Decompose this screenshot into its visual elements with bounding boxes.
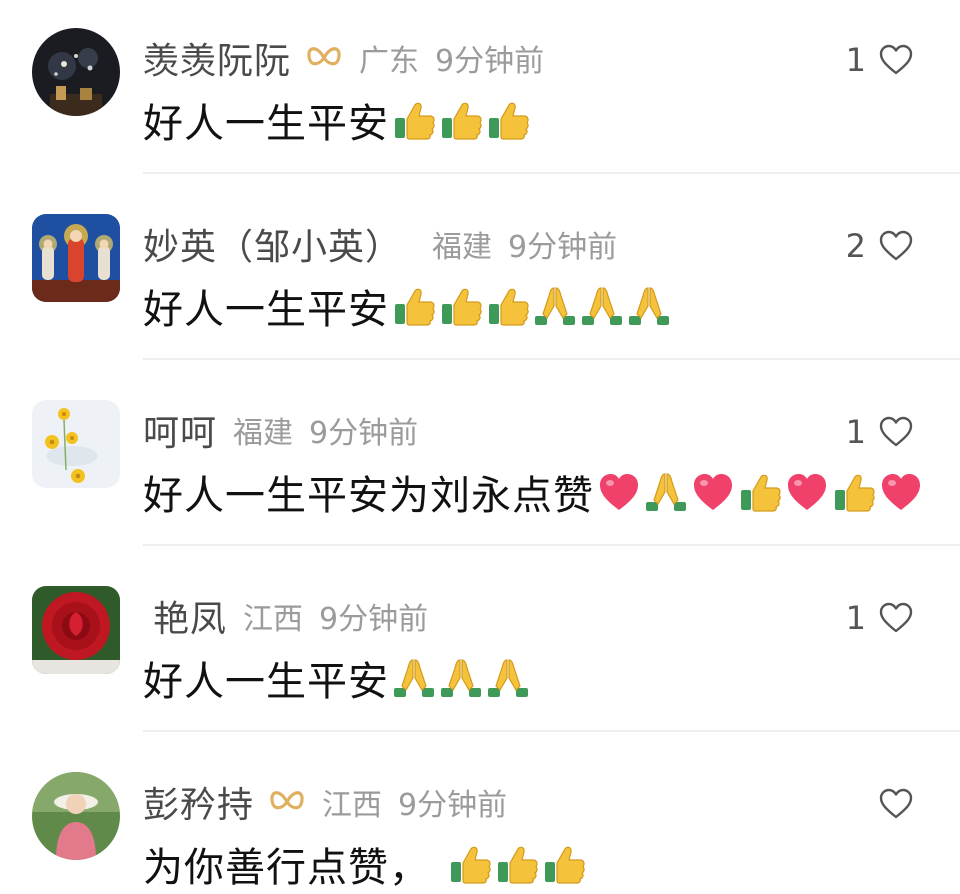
comment-body: 好人一生平安 [143, 90, 530, 150]
folded-hands-icon [392, 656, 436, 700]
red-rose-avatar[interactable] [32, 586, 120, 674]
heart-outline-icon [879, 44, 913, 75]
like-button[interactable]: 1 [846, 596, 914, 640]
like-count: 2 [845, 227, 866, 265]
red-heart-icon [785, 470, 829, 514]
red-heart-icon [597, 470, 641, 514]
thumbs-up-icon [486, 98, 530, 142]
thumbs-up-icon [486, 284, 530, 328]
location-label: 江西 [322, 788, 383, 823]
woman-in-hat-avatar[interactable] [32, 772, 120, 860]
location-label: 广东 [359, 44, 420, 79]
timestamp: 9分钟前 [508, 230, 618, 265]
like-button[interactable]: 1 [846, 410, 914, 454]
heart-outline-icon [879, 788, 913, 819]
timestamp: 9分钟前 [398, 788, 508, 823]
username[interactable]: 彭矜持 [143, 776, 254, 828]
divider [143, 730, 960, 732]
folded-hands-icon [439, 656, 483, 700]
heart-outline-icon [879, 230, 913, 261]
like-button[interactable]: 1 [846, 38, 914, 82]
thumbs-up-icon [542, 842, 586, 886]
like-count: 1 [845, 41, 866, 79]
comment-body: 好人一生平安为刘永点赞 [143, 462, 923, 522]
red-heart-icon [691, 470, 735, 514]
location-label: 福建 [233, 416, 294, 451]
fan-badge-icon [305, 43, 343, 73]
folded-hands-icon [627, 284, 671, 328]
comment-meta: 呵呵 福建 9分钟前 [143, 406, 418, 454]
folded-hands-icon [533, 284, 577, 328]
location-label: 江西 [243, 602, 304, 637]
username[interactable]: 妙英（邹小英） [143, 218, 402, 270]
like-button[interactable] [866, 782, 914, 826]
like-count: 1 [845, 599, 866, 637]
comment-body: 为你善行点赞， [143, 834, 586, 894]
comment-meta: 羡羡阮阮 广东 9分钟前 [143, 34, 544, 82]
comment-text: 好人一生平安 [143, 101, 389, 147]
username[interactable]: 羡羡阮阮 [143, 32, 291, 84]
like-count: 1 [845, 413, 866, 451]
divider [143, 172, 960, 174]
comment-text: 好人一生平安为刘永点赞 [143, 473, 594, 519]
comment-meta: 妙英（邹小英） 福建 9分钟前 [143, 220, 617, 268]
timestamp: 9分钟前 [319, 602, 429, 637]
divider [143, 544, 960, 546]
heart-outline-icon [879, 416, 913, 447]
folded-hands-icon [486, 656, 530, 700]
location-label: 福建 [432, 230, 493, 265]
username[interactable]: 艳凤 [153, 590, 227, 642]
comment-text: 好人一生平安 [143, 287, 389, 333]
thumbs-up-icon [392, 284, 436, 328]
thumbs-up-icon [738, 470, 782, 514]
buddha-painting-avatar[interactable] [32, 214, 120, 302]
thumbs-up-icon [439, 98, 483, 142]
comment-text: 为你善行点赞， [143, 845, 430, 891]
heart-outline-icon [879, 602, 913, 633]
comment-meta: 艳凤 江西 9分钟前 [153, 592, 428, 640]
comment-body: 好人一生平安 [143, 648, 530, 708]
username[interactable]: 呵呵 [143, 404, 217, 456]
thumbs-up-icon [832, 470, 876, 514]
comment-text: 好人一生平安 [143, 659, 389, 705]
comment-meta: 彭矜持 江西 9分钟前 [143, 778, 507, 826]
like-button[interactable]: 2 [846, 224, 914, 268]
fireworks-night-avatar[interactable] [32, 28, 120, 116]
timestamp: 9分钟前 [435, 44, 545, 79]
thumbs-up-icon [439, 284, 483, 328]
thumbs-up-icon [392, 98, 436, 142]
folded-hands-icon [580, 284, 624, 328]
timestamp: 9分钟前 [309, 416, 419, 451]
thumbs-up-icon [448, 842, 492, 886]
red-heart-icon [879, 470, 923, 514]
comment-body: 好人一生平安 [143, 276, 671, 336]
thumbs-up-icon [495, 842, 539, 886]
folded-hands-icon [644, 470, 688, 514]
daisy-flowers-avatar[interactable] [32, 400, 120, 488]
divider [143, 358, 960, 360]
fan-badge-icon [268, 787, 306, 817]
